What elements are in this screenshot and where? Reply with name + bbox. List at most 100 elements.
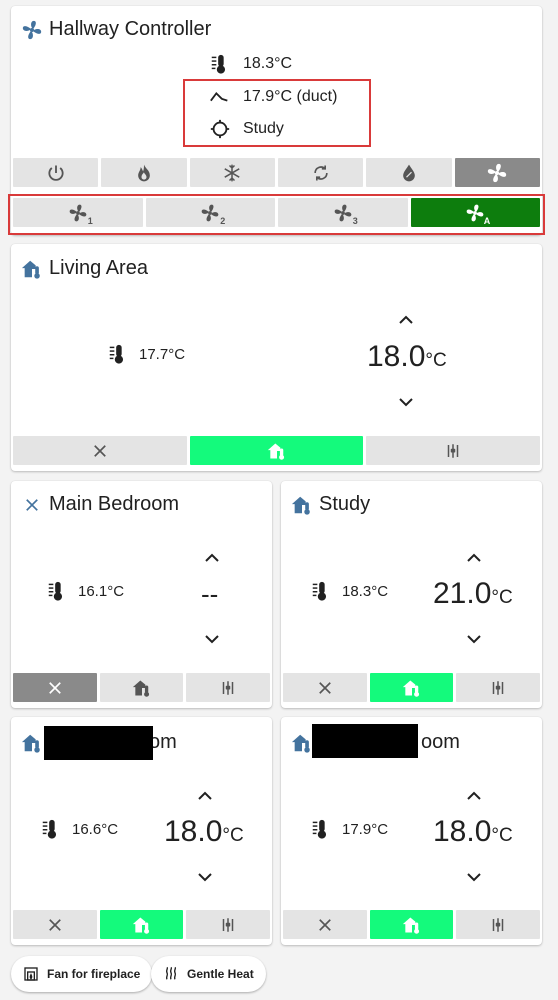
chevron-up-icon [198,791,212,800]
fan-for-fireplace-label: Fan for fireplace [47,967,141,981]
room-a-title-text: om [149,731,177,753]
room-b-target-unit: °C [491,825,513,846]
living-target-unit: °C [425,350,447,371]
main-bedroom-card: Main Bedroom 16.1°C -- [11,481,272,708]
study-card: Study 18.3°C 21.0°C [281,481,542,708]
main-bedroom-off-button[interactable] [13,673,97,702]
mode-heat-button[interactable] [101,158,187,187]
mode-fan-button[interactable] [454,158,540,187]
living-target-temp: 18.0°C [367,340,447,374]
study-target-unit: °C [491,587,513,608]
home-thermometer-icon [291,732,313,754]
room-a-mode-bar [13,910,271,939]
study-tune-button[interactable] [456,673,541,702]
home-thermometer-icon [132,678,152,698]
close-icon [91,442,109,460]
room-a-target-unit: °C [222,825,244,846]
room-a-off-button[interactable] [13,910,97,939]
chevron-down-icon [467,635,481,644]
room-a-temp-down-button[interactable] [195,870,215,884]
living-target-value: 18.0 [367,340,426,373]
room-a-target-value: 18.0 [164,815,223,848]
main-bedroom-temp-up-button[interactable] [202,551,222,565]
room-b-temp-up-button[interactable] [464,789,484,803]
fan-speed-2-icon: 2 [200,203,225,226]
mode-cool-button[interactable] [189,158,275,187]
trend-icon [209,86,231,108]
thermometer-icon [107,343,129,365]
living-temp-up-button[interactable] [396,313,416,327]
thermometer-icon [310,818,332,840]
living-current-temp-value: 17.7°C [139,345,186,363]
study-mode-bar [283,673,541,702]
living-tune-button[interactable] [366,436,541,465]
main-bedroom-title-text: Main Bedroom [49,493,180,515]
fan-icon [486,162,508,184]
fan-speed-1-button[interactable]: 1 [13,198,143,227]
chevron-down-icon [467,873,481,882]
gentle-heat-button[interactable]: Gentle Heat [151,956,266,992]
study-temp-down-button[interactable] [464,632,484,646]
chevron-down-icon [205,635,219,644]
fan-for-fireplace-button[interactable]: Fan for fireplace [11,956,153,992]
room-a-target-temp: 18.0°C [164,815,244,849]
room-a-tune-button[interactable] [186,910,271,939]
room-b-temp-down-button[interactable] [464,870,484,884]
living-off-button[interactable] [13,436,187,465]
mode-off-button[interactable] [13,158,99,187]
fan-speed-auto-button[interactable]: A [410,198,540,227]
close-icon [316,679,334,697]
living-heat-button[interactable] [189,436,364,465]
home-thermometer-icon [132,915,152,935]
study-heat-button[interactable] [369,673,454,702]
thermometer-icon [40,818,62,840]
living-current-temp: 17.7°C [107,343,185,365]
close-icon [316,916,334,934]
tune-icon [219,679,237,697]
main-bedroom-temp-down-button[interactable] [202,632,222,646]
main-bedroom-target-temp: -- [201,579,218,610]
study-temp-up-button[interactable] [464,551,484,565]
home-thermometer-icon [402,915,422,935]
home-thermometer-icon [291,494,313,516]
hallway-sensor-value: Study [243,120,284,137]
hallway-current-temp: 18.3°C [209,53,292,75]
main-bedroom-heat-button[interactable] [99,673,184,702]
room-b-mode-bar [283,910,541,939]
redacted-title-a [44,726,153,760]
mode-dry-button[interactable] [366,158,452,187]
room-a-heat-button[interactable] [99,910,184,939]
study-current-temp: 18.3°C [310,580,388,602]
thermometer-icon [310,580,332,602]
thermometer-icon [46,580,68,602]
fan-speed-2-button[interactable]: 2 [145,198,275,227]
tune-icon [489,679,507,697]
main-bedroom-tune-button[interactable] [186,673,271,702]
study-off-button[interactable] [283,673,367,702]
living-mode-bar [13,436,541,465]
room-a-temp-up-button[interactable] [195,789,215,803]
mode-auto-button[interactable] [277,158,364,187]
chevron-down-icon [198,873,212,882]
fireplace-icon [23,966,39,982]
room-a-current-temp-value: 16.6°C [72,820,119,838]
living-temp-down-button[interactable] [396,395,416,409]
heat-waves-icon [163,966,179,982]
room-b-off-button[interactable] [283,910,367,939]
fan-speed-3-button[interactable]: 3 [278,198,408,227]
hallway-controller-card: Hallway Controller 18.3°C 17.9°C (duct) … [11,6,542,235]
study-title: Study [291,493,370,516]
crosshairs-icon [209,118,231,140]
hallway-title: Hallway Controller [21,18,211,41]
tune-icon [489,916,507,934]
study-title-text: Study [319,493,371,515]
room-b-tune-button[interactable] [456,910,541,939]
room-b-heat-button[interactable] [369,910,454,939]
main-bedroom-current-temp-value: 16.1°C [78,582,125,600]
main-bedroom-current-temp: 16.1°C [46,580,124,602]
close-icon [21,494,43,516]
chevron-up-icon [467,553,481,562]
chevron-up-icon [467,791,481,800]
hallway-mode-bar [13,158,540,187]
snowflake-icon [224,164,240,181]
